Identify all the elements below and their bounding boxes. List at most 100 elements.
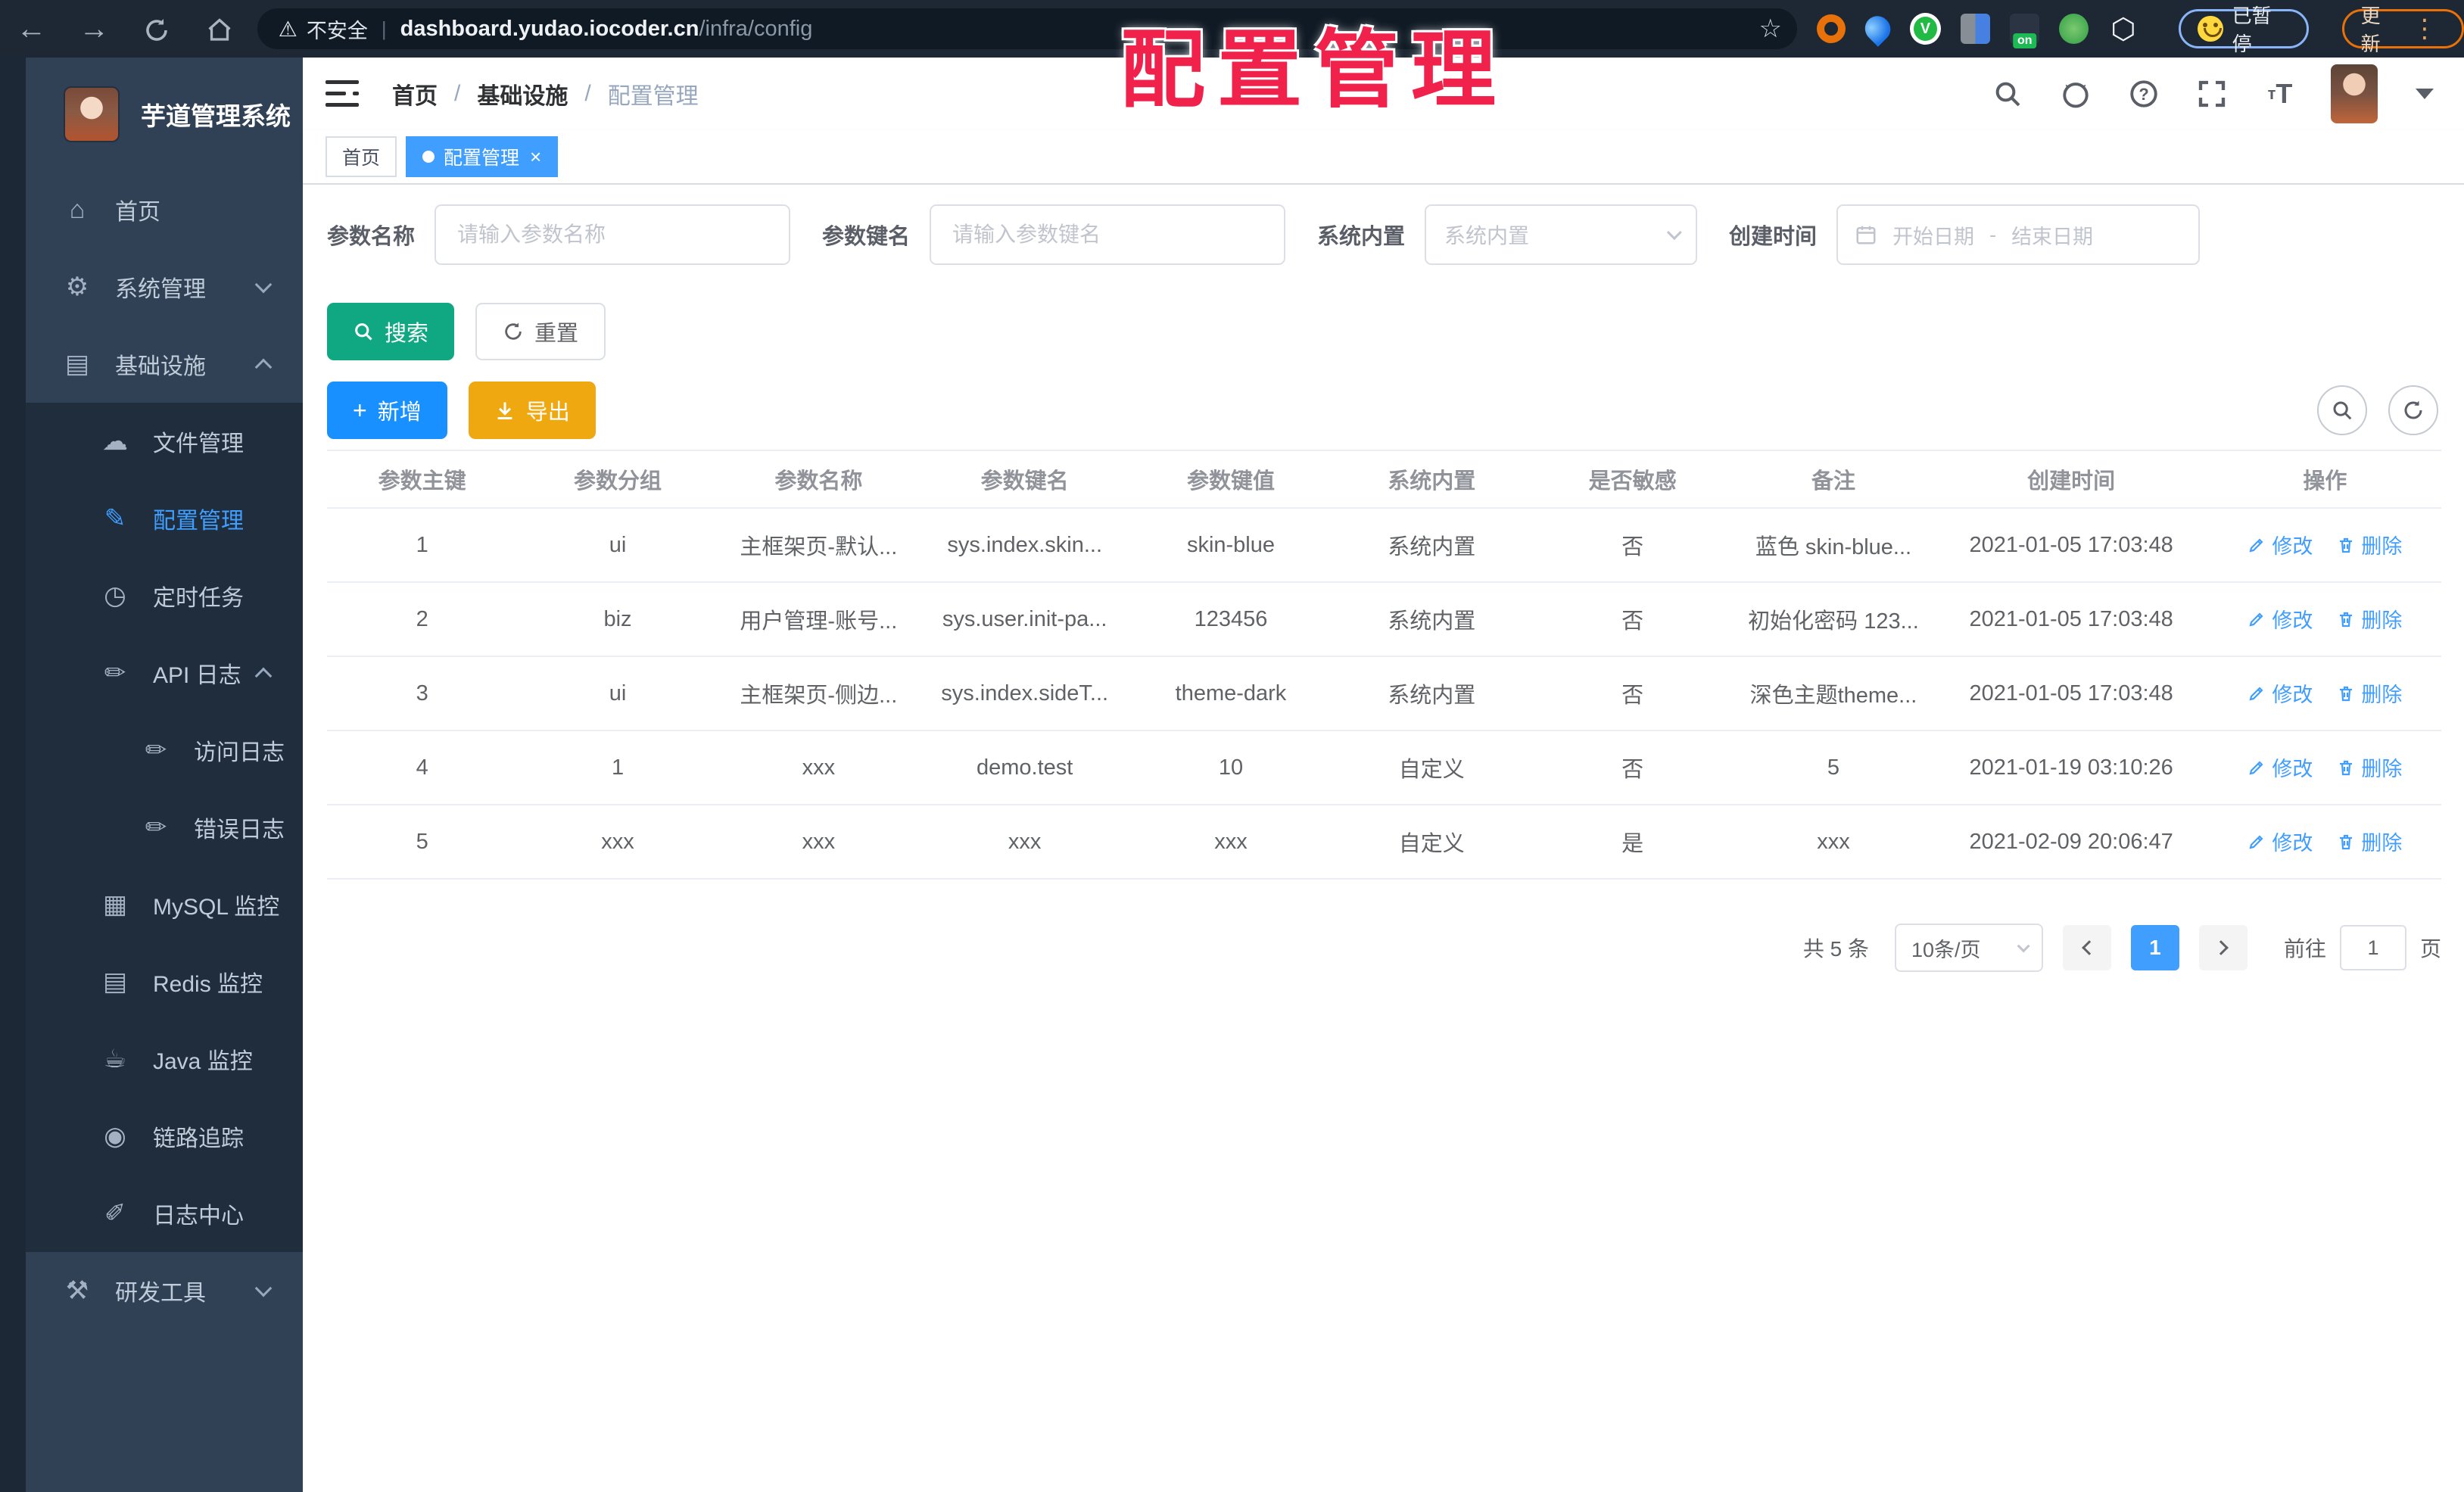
delete-link[interactable]: 删除 xyxy=(2337,604,2402,634)
prev-page-button[interactable] xyxy=(2062,925,2111,970)
table-body: 1 ui 主框架页-默认... sys.index.skin... skin-blue 系… xyxy=(327,508,2441,880)
browser-back-icon[interactable]: ← xyxy=(0,12,63,46)
column-header: 创建时间 xyxy=(1933,450,2209,509)
sidebar-item-链路追踪[interactable]: ◉ 链路追踪 xyxy=(26,1098,303,1175)
sidebar-item-redis-监控[interactable]: ▤ Redis 监控 xyxy=(26,943,303,1020)
sidebar-item-java-监控[interactable]: ☕ Java 监控 xyxy=(26,1020,303,1098)
sidebar-item-系统管理[interactable]: ⚙ 系统管理 xyxy=(26,248,303,325)
search-icon[interactable] xyxy=(1990,76,2025,111)
bookmark-star-icon[interactable]: ☆ xyxy=(1759,14,1782,44)
sidebar-item-日志中心[interactable]: ✐ 日志中心 xyxy=(26,1175,303,1252)
extension-grid-icon[interactable] xyxy=(1961,14,1991,44)
next-page-button[interactable] xyxy=(2198,925,2248,970)
extensions-row: V ⬡ 已暂停 更新 ⋮ xyxy=(1817,5,2464,55)
start-date-placeholder: 开始日期 xyxy=(1892,225,1975,248)
breadcrumb-home[interactable]: 首页 xyxy=(392,77,438,111)
paused-pill[interactable]: 已暂停 xyxy=(2179,5,2309,55)
user-avatar[interactable] xyxy=(2331,64,2378,123)
sidebar-item-api-日志[interactable]: ✏ API 日志 xyxy=(26,634,303,712)
url-bar[interactable]: ⚠ 不安全 | dashboard.yudao.iocoder.cn /infr… xyxy=(257,8,1798,49)
extensions-puzzle-icon[interactable]: ⬡ xyxy=(2108,14,2138,45)
cell-group: 1 xyxy=(517,730,718,805)
chevron-down-icon xyxy=(254,276,273,294)
edit-link[interactable]: 修改 xyxy=(2248,678,2313,708)
edit-link[interactable]: 修改 xyxy=(2248,604,2313,634)
edit-link[interactable]: 修改 xyxy=(2248,530,2313,559)
font-size-icon[interactable]: тT xyxy=(2263,76,2297,111)
java-icon: ☕ xyxy=(103,1045,127,1073)
cell-sensitive: 是 xyxy=(1531,805,1734,880)
search-button[interactable]: 搜索 xyxy=(327,303,455,360)
extension-on-badge-icon[interactable] xyxy=(2010,14,2040,44)
url-path: /infra/config xyxy=(699,16,813,41)
cell-value: xxx xyxy=(1130,805,1332,880)
reset-button[interactable]: 重置 xyxy=(475,303,606,360)
browser-reload-icon[interactable] xyxy=(126,12,188,46)
date-separator: - xyxy=(1989,223,1997,246)
sidebar-logo-row[interactable]: 芋道管理系统 xyxy=(26,58,303,171)
help-icon[interactable]: ? xyxy=(2126,76,2161,111)
edit-link[interactable]: 修改 xyxy=(2248,827,2313,856)
param-key-input[interactable] xyxy=(930,204,1286,265)
create-time-label: 创建时间 xyxy=(1729,225,1818,249)
fullscreen-icon[interactable] xyxy=(2195,76,2229,111)
paused-label: 已暂停 xyxy=(2232,5,2272,55)
page-size-select[interactable]: 10条/页 xyxy=(1894,924,2043,972)
sidebar-item-基础设施[interactable]: ▤ 基础设施 xyxy=(26,325,303,403)
url-host: dashboard.yudao.iocoder.cn xyxy=(400,16,699,41)
not-secure-label[interactable]: 不安全 xyxy=(307,14,368,44)
user-menu-caret-icon[interactable] xyxy=(2416,89,2434,99)
cell-builtin: 自定义 xyxy=(1331,730,1532,805)
extension-donut-icon[interactable] xyxy=(1817,14,1846,43)
browser-home-icon[interactable] xyxy=(188,12,251,46)
delete-link-label: 删除 xyxy=(2361,609,2403,633)
sidebar-item-首页[interactable]: ⌂ 首页 xyxy=(26,171,303,248)
cell-value: 10 xyxy=(1130,730,1332,805)
delete-link[interactable]: 删除 xyxy=(2337,678,2402,708)
add-button[interactable]: + 新增 xyxy=(327,382,447,439)
delete-link[interactable]: 删除 xyxy=(2337,827,2402,856)
extension-vue-devtools-icon[interactable]: V xyxy=(1909,13,1942,45)
param-name-input[interactable] xyxy=(435,204,791,265)
sidebar-item-访问日志[interactable]: ✏ 访问日志 xyxy=(26,712,303,789)
sidebar-menu: ⌂ 首页 ⚙ 系统管理 ▤ 基础设施 ☁ 文件管理 ✎ 配置管理 ◷ 定时任务 ✏ API 日志 ✏ 访问日志… xyxy=(26,171,303,1492)
logcenter-icon: ✐ xyxy=(104,1199,126,1228)
sidebar-item-定时任务[interactable]: ◷ 定时任务 xyxy=(26,557,303,634)
cell-remark: 5 xyxy=(1733,730,1934,805)
cell-remark: 初始化密码 123... xyxy=(1733,582,1934,657)
chevron-down-icon xyxy=(254,1279,273,1297)
update-pill[interactable]: 更新 ⋮ xyxy=(2341,5,2464,55)
sidebar-collapse-icon[interactable] xyxy=(326,80,359,107)
delete-link[interactable]: 删除 xyxy=(2337,530,2402,559)
refresh-table-icon[interactable] xyxy=(2388,385,2438,435)
tag-close-icon[interactable]: × xyxy=(530,145,541,169)
tag-home[interactable]: 首页 xyxy=(326,136,397,177)
tag-config-active[interactable]: 配置管理 × xyxy=(406,136,559,177)
end-date-placeholder: 结束日期 xyxy=(2011,225,2094,248)
breadcrumb-infra[interactable]: 基础设施 xyxy=(477,77,568,111)
browser-menu-kebab-icon[interactable]: ⋮ xyxy=(2412,14,2438,44)
sidebar-item-文件管理[interactable]: ☁ 文件管理 xyxy=(26,403,303,480)
cell-key: sys.index.skin... xyxy=(919,508,1131,583)
doc-icon: ✏ xyxy=(145,813,167,842)
export-button[interactable]: 导出 xyxy=(468,382,596,439)
date-range-picker[interactable]: 开始日期 - 结束日期 xyxy=(1836,204,2201,265)
magnifier-icon xyxy=(355,323,372,341)
extension-pin-icon[interactable] xyxy=(1859,11,1896,47)
browser-forward-icon[interactable]: → xyxy=(63,12,126,46)
page-1-button[interactable]: 1 xyxy=(2130,925,2179,970)
svg-text:?: ? xyxy=(2138,85,2148,104)
sidebar-item-研发工具[interactable]: ⚒ 研发工具 xyxy=(26,1252,303,1329)
goto-page-input[interactable] xyxy=(2339,925,2406,970)
edit-link[interactable]: 修改 xyxy=(2248,752,2313,782)
sidebar-item-错误日志[interactable]: ✏ 错误日志 xyxy=(26,789,303,866)
sidebar-item-配置管理[interactable]: ✎ 配置管理 xyxy=(26,480,303,557)
sidebar-item-mysql-监控[interactable]: ▦ MySQL 监控 xyxy=(26,866,303,943)
trace-icon: ◉ xyxy=(104,1122,126,1151)
delete-link-label: 删除 xyxy=(2361,758,2403,781)
toggle-search-icon[interactable] xyxy=(2317,385,2367,435)
extension-sprout-icon[interactable] xyxy=(2059,14,2089,44)
github-icon[interactable] xyxy=(2058,76,2093,111)
builtin-select[interactable]: 系统内置 xyxy=(1425,204,1698,265)
delete-link[interactable]: 删除 xyxy=(2337,752,2402,782)
